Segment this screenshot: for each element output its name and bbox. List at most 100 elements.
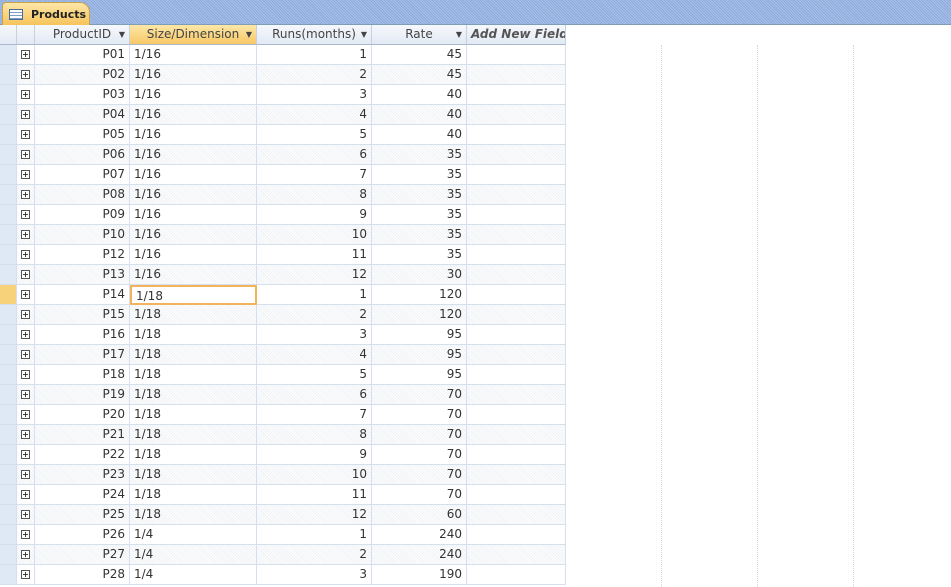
cell-runs[interactable]: 4: [257, 345, 372, 365]
expand-button[interactable]: +: [17, 165, 35, 185]
cell-productid[interactable]: P02: [35, 65, 130, 85]
cell-runs[interactable]: 9: [257, 205, 372, 225]
expand-button[interactable]: +: [17, 125, 35, 145]
cell-rate[interactable]: 95: [372, 345, 467, 365]
cell-productid[interactable]: P19: [35, 385, 130, 405]
cell-rate[interactable]: 35: [372, 165, 467, 185]
cell-new-field[interactable]: [467, 305, 566, 325]
dropdown-arrow-icon[interactable]: ▼: [119, 25, 125, 44]
cell-new-field[interactable]: [467, 125, 566, 145]
cell-size[interactable]: 1/4: [130, 565, 257, 585]
cell-size[interactable]: 1/4: [130, 545, 257, 565]
cell-runs[interactable]: 3: [257, 565, 372, 585]
cell-rate[interactable]: 40: [372, 85, 467, 105]
cell-runs[interactable]: 1: [257, 45, 372, 65]
cell-size[interactable]: 1/16: [130, 185, 257, 205]
expand-button[interactable]: +: [17, 465, 35, 485]
cell-productid[interactable]: P10: [35, 225, 130, 245]
record-selector[interactable]: [0, 425, 17, 445]
cell-new-field[interactable]: [467, 565, 566, 585]
dropdown-arrow-icon[interactable]: ▼: [246, 25, 252, 44]
cell-runs[interactable]: 10: [257, 225, 372, 245]
cell-size[interactable]: 1/16: [130, 145, 257, 165]
expand-button[interactable]: +: [17, 105, 35, 125]
expand-button[interactable]: +: [17, 565, 35, 585]
expand-button[interactable]: +: [17, 185, 35, 205]
cell-new-field[interactable]: [467, 85, 566, 105]
column-header-runs[interactable]: Runs(months) ▼: [257, 25, 372, 45]
cell-rate[interactable]: 190: [372, 565, 467, 585]
expand-button[interactable]: +: [17, 545, 35, 565]
expand-button[interactable]: +: [17, 45, 35, 65]
cell-runs[interactable]: 2: [257, 545, 372, 565]
cell-size[interactable]: 1/16: [130, 85, 257, 105]
record-selector[interactable]: [0, 145, 17, 165]
cell-rate[interactable]: 30: [372, 265, 467, 285]
cell-runs[interactable]: 7: [257, 405, 372, 425]
cell-runs[interactable]: 9: [257, 445, 372, 465]
cell-rate[interactable]: 35: [372, 145, 467, 165]
cell-new-field[interactable]: [467, 545, 566, 565]
cell-rate[interactable]: 45: [372, 45, 467, 65]
cell-size[interactable]: 1/18: [130, 285, 257, 305]
cell-runs[interactable]: 12: [257, 265, 372, 285]
cell-productid[interactable]: P08: [35, 185, 130, 205]
cell-runs[interactable]: 2: [257, 65, 372, 85]
cell-rate[interactable]: 95: [372, 325, 467, 345]
cell-rate[interactable]: 35: [372, 205, 467, 225]
cell-productid[interactable]: P07: [35, 165, 130, 185]
cell-new-field[interactable]: [467, 365, 566, 385]
cell-runs[interactable]: 4: [257, 105, 372, 125]
expand-button[interactable]: +: [17, 385, 35, 405]
cell-runs[interactable]: 10: [257, 465, 372, 485]
cell-runs[interactable]: 8: [257, 425, 372, 445]
expand-button[interactable]: +: [17, 365, 35, 385]
record-selector[interactable]: [0, 225, 17, 245]
cell-runs[interactable]: 3: [257, 85, 372, 105]
expand-button[interactable]: +: [17, 305, 35, 325]
cell-size[interactable]: 1/16: [130, 165, 257, 185]
cell-productid[interactable]: P24: [35, 485, 130, 505]
cell-new-field[interactable]: [467, 265, 566, 285]
record-selector[interactable]: [0, 545, 17, 565]
expand-button[interactable]: +: [17, 485, 35, 505]
select-all-button[interactable]: [0, 25, 17, 45]
record-selector[interactable]: [0, 485, 17, 505]
record-selector[interactable]: [0, 445, 17, 465]
add-new-field-header[interactable]: Add New Field: [467, 25, 566, 45]
record-selector[interactable]: [0, 405, 17, 425]
cell-size[interactable]: 1/18: [130, 385, 257, 405]
cell-new-field[interactable]: [467, 45, 566, 65]
cell-productid[interactable]: P17: [35, 345, 130, 365]
record-selector[interactable]: [0, 325, 17, 345]
cell-rate[interactable]: 35: [372, 225, 467, 245]
cell-new-field[interactable]: [467, 205, 566, 225]
record-selector[interactable]: [0, 345, 17, 365]
cell-runs[interactable]: 1: [257, 285, 372, 305]
cell-size[interactable]: 1/18: [130, 345, 257, 365]
cell-size[interactable]: 1/16: [130, 205, 257, 225]
cell-productid[interactable]: P22: [35, 445, 130, 465]
expand-button[interactable]: +: [17, 425, 35, 445]
cell-new-field[interactable]: [467, 285, 566, 305]
cell-rate[interactable]: 240: [372, 525, 467, 545]
expand-button[interactable]: +: [17, 85, 35, 105]
cell-new-field[interactable]: [467, 445, 566, 465]
record-selector[interactable]: [0, 165, 17, 185]
record-selector[interactable]: [0, 45, 17, 65]
cell-productid[interactable]: P05: [35, 125, 130, 145]
cell-rate[interactable]: 95: [372, 365, 467, 385]
cell-size[interactable]: 1/18: [130, 505, 257, 525]
cell-productid[interactable]: P13: [35, 265, 130, 285]
cell-size[interactable]: 1/16: [130, 225, 257, 245]
record-selector[interactable]: [0, 505, 17, 525]
cell-runs[interactable]: 3: [257, 325, 372, 345]
record-selector[interactable]: [0, 385, 17, 405]
cell-size[interactable]: 1/18: [130, 405, 257, 425]
cell-productid[interactable]: P21: [35, 425, 130, 445]
cell-size[interactable]: 1/16: [130, 245, 257, 265]
cell-new-field[interactable]: [467, 465, 566, 485]
cell-rate[interactable]: 70: [372, 465, 467, 485]
cell-new-field[interactable]: [467, 105, 566, 125]
cell-runs[interactable]: 7: [257, 165, 372, 185]
